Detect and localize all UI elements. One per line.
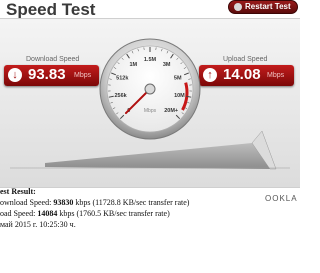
gauge-tick-label: 3M bbox=[163, 62, 171, 68]
refresh-icon bbox=[234, 3, 242, 11]
download-speed-label: Download Speed bbox=[26, 56, 80, 63]
result-date: май 2015 г. 10:25:30 ч. bbox=[0, 220, 76, 229]
gauge-tick-label: 5M bbox=[174, 76, 182, 82]
gauge-tick-label: 20M+ bbox=[164, 108, 178, 114]
upload-arrow-icon: ↑ bbox=[203, 68, 217, 82]
download-speed-unit: Mbps bbox=[74, 72, 92, 79]
history-wedge bbox=[45, 143, 270, 169]
page-title: Speed Test bbox=[6, 0, 96, 19]
download-arrow-icon: ↓ bbox=[8, 68, 22, 82]
gauge-tick-label: 1.5M bbox=[144, 57, 157, 63]
upload-speed-label: Upload Speed bbox=[223, 56, 268, 63]
speed-gauge: 0256k512k1M1.5M3M5M10M20M+ Mbps bbox=[99, 38, 201, 140]
gauge-tick-label: 512k bbox=[116, 76, 129, 82]
gauge-tick-label: 10M bbox=[174, 93, 185, 99]
result-download-prefix: ownload Speed: bbox=[0, 198, 54, 207]
restart-test-label: Restart Test bbox=[245, 2, 291, 11]
gauge-tick-label: 256k bbox=[114, 93, 127, 99]
result-download-suffix: kbps (11728.8 KB/sec transfer rate) bbox=[73, 198, 190, 207]
download-speed-box: ↓ 93.83 Mbps bbox=[4, 65, 99, 86]
restart-test-button[interactable]: Restart Test bbox=[228, 0, 298, 14]
test-result-text: est Result: ownload Speed: 93830 kbps (1… bbox=[0, 186, 300, 230]
result-upload-prefix: oad Speed: bbox=[0, 209, 38, 218]
speed-panel: Download Speed ↓ 93.83 Mbps Upload Speed… bbox=[0, 18, 300, 203]
result-upload-line: oad Speed: 14084 kbps (1760.5 KB/sec tra… bbox=[0, 208, 300, 219]
result-upload-kbps: 14084 bbox=[37, 209, 58, 218]
upload-speed-value: 14.08 bbox=[223, 66, 261, 83]
result-upload-suffix: kbps (1760.5 KB/sec transfer rate) bbox=[57, 209, 170, 218]
upload-speed-box: ↑ 14.08 Mbps bbox=[199, 65, 294, 86]
gauge-tick-label: 1M bbox=[130, 62, 138, 68]
result-heading: est Result: bbox=[0, 187, 36, 196]
gauge-unit: Mbps bbox=[144, 108, 157, 114]
result-download-kbps: 93830 bbox=[53, 198, 74, 207]
download-speed-value: 93.83 bbox=[28, 66, 66, 83]
speed-history-bar bbox=[10, 130, 290, 170]
gauge-hub bbox=[144, 83, 156, 95]
upload-speed-unit: Mbps bbox=[267, 72, 285, 79]
result-download-line: ownload Speed: 93830 kbps (11728.8 KB/se… bbox=[0, 197, 300, 208]
